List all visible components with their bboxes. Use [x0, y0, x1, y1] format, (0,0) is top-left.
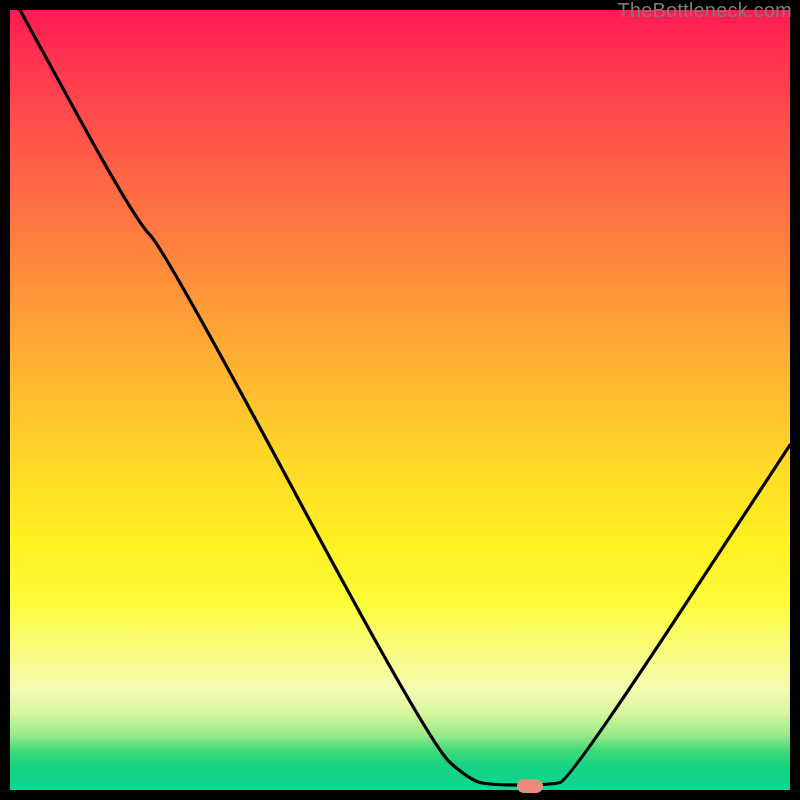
- optimal-marker: [517, 779, 543, 793]
- plot-area: [10, 10, 790, 790]
- attribution-text: TheBottleneck.com: [617, 0, 792, 23]
- chart-container: TheBottleneck.com: [0, 0, 800, 800]
- bottleneck-curve: [10, 10, 790, 790]
